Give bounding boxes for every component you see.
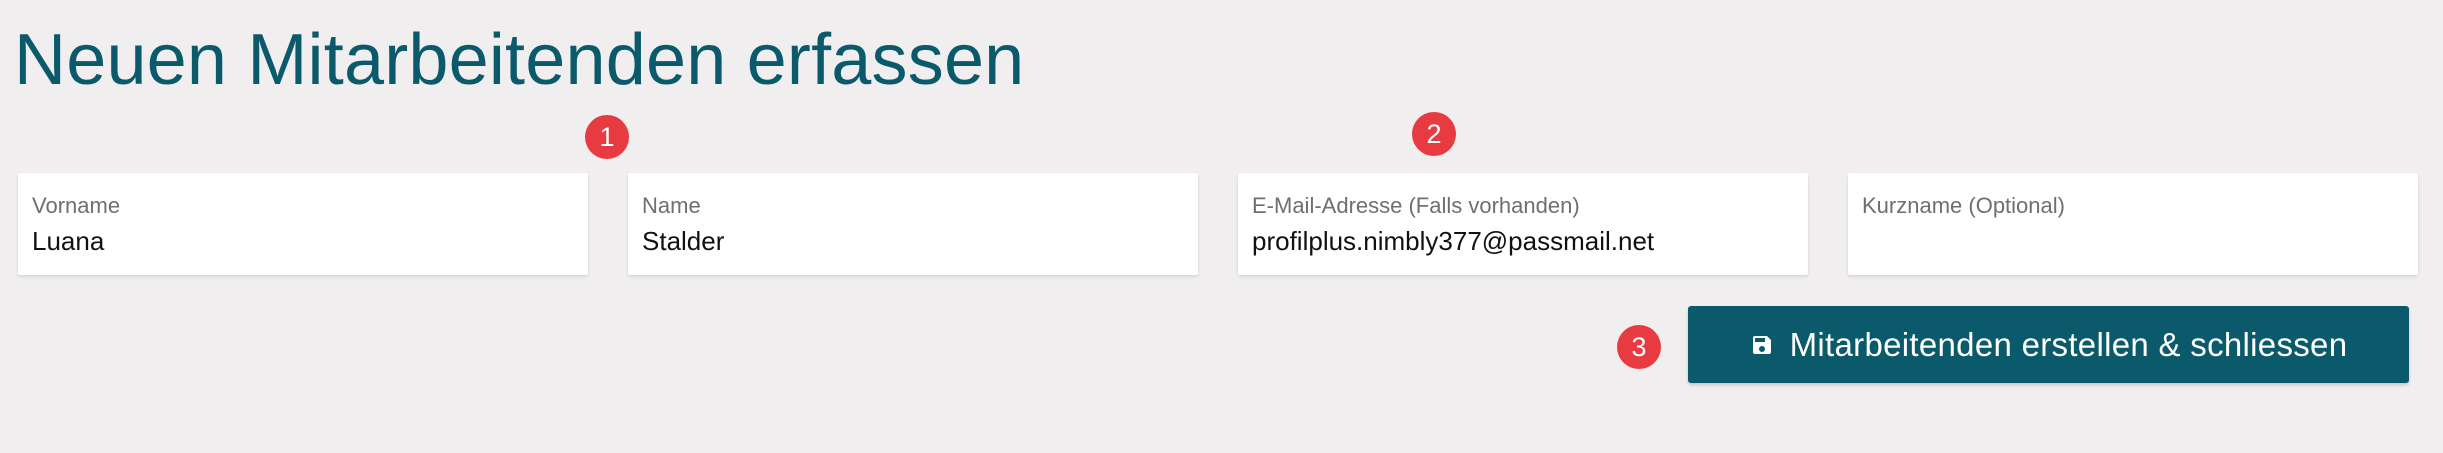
annotation-badge-2: 2 [1412,112,1456,156]
first-name-field[interactable]: Vorname [18,173,588,275]
short-name-input[interactable] [1862,223,2402,259]
page-title: Neuen Mitarbeitenden erfassen [14,20,1025,100]
create-and-close-button[interactable]: Mitarbeitenden erstellen & schliessen [1688,306,2409,383]
short-name-label: Kurzname (Optional) [1862,193,2065,218]
first-name-input[interactable] [32,223,572,259]
short-name-field[interactable]: Kurzname (Optional) [1848,173,2418,275]
create-and-close-label: Mitarbeitenden erstellen & schliessen [1789,325,2348,363]
annotation-badge-1: 1 [585,115,629,159]
first-name-label: Vorname [32,193,121,218]
annotation-badge-3: 3 [1617,325,1661,369]
last-name-label: Name [642,193,701,218]
save-icon [1750,333,1774,357]
last-name-input[interactable] [642,223,1182,259]
email-field[interactable]: E-Mail-Adresse (Falls vorhanden) [1238,173,1808,275]
email-label: E-Mail-Adresse (Falls vorhanden) [1252,193,1580,218]
email-input[interactable] [1252,223,1792,259]
last-name-field[interactable]: Name [628,173,1198,275]
